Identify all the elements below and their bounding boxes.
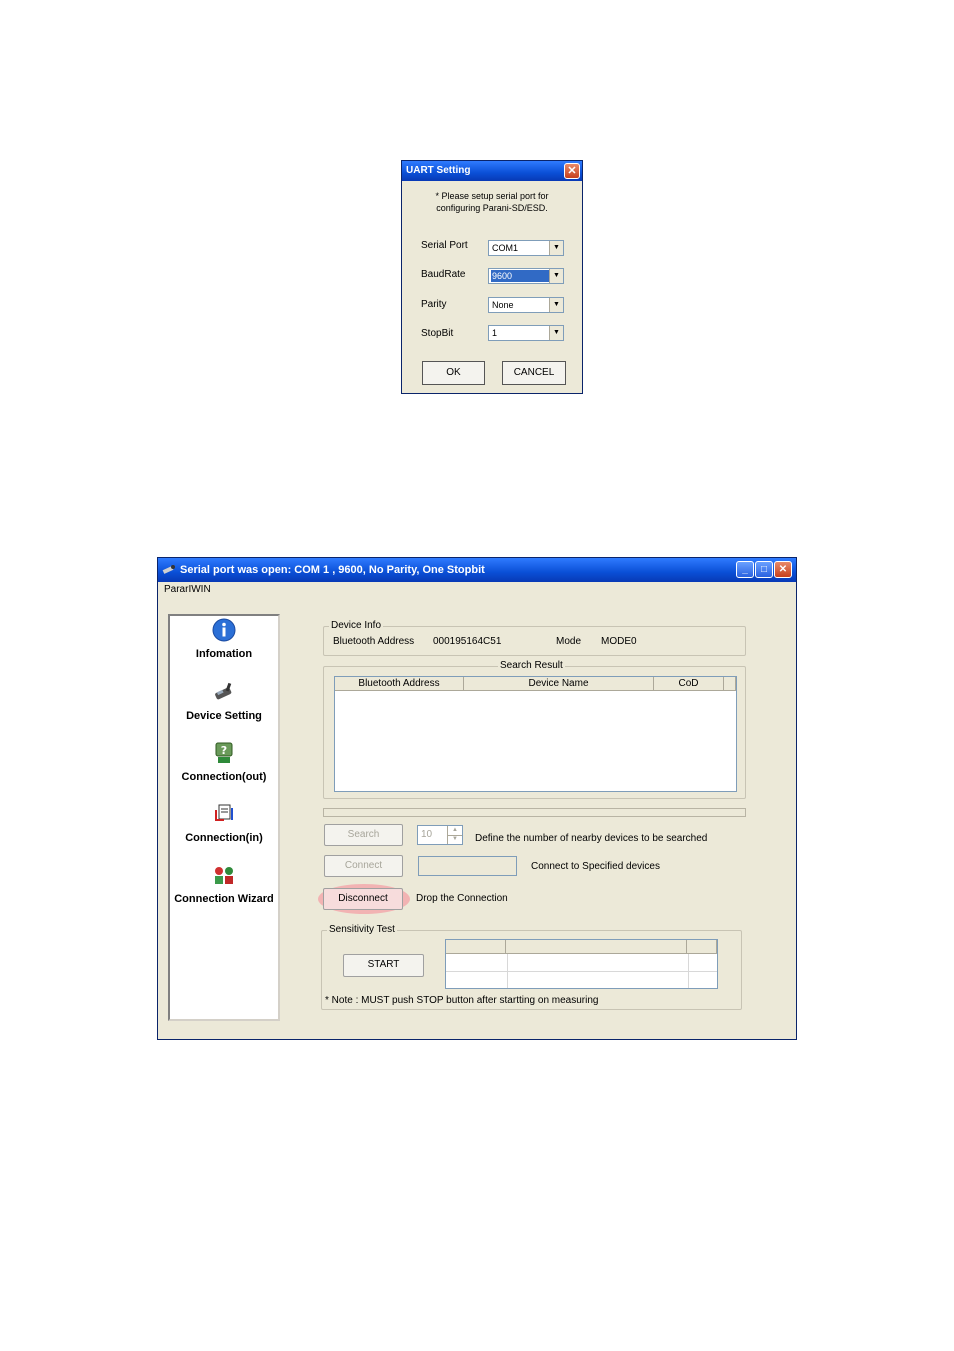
mode-value: MODE0	[601, 636, 637, 647]
mode-label: Mode	[556, 636, 582, 647]
search-count-value: 10	[421, 829, 433, 840]
serial-port-select[interactable]: COM1 ▼	[488, 240, 564, 256]
sidebar-item-infomation[interactable]: Infomation	[170, 618, 278, 668]
uart-setting-dialog: UART Setting ✕ * Please setup serial por…	[401, 160, 583, 394]
table-col-divider	[507, 954, 508, 988]
setup-note-line2: configuring Parani-SD/ESD.	[436, 203, 548, 213]
sidebar-item-connection-in[interactable]: Connection(in)	[170, 802, 278, 852]
sensitivity-note: * Note : MUST push STOP button after sta…	[325, 995, 599, 1006]
ok-button[interactable]: OK	[422, 361, 485, 385]
menu-pararIwin[interactable]: PararIWIN	[164, 584, 211, 595]
connect-address-field[interactable]	[418, 856, 517, 876]
table-row-divider	[446, 971, 717, 972]
bt-address-value: 000195164C51	[433, 636, 502, 647]
chevron-down-icon[interactable]: ▼	[447, 835, 462, 844]
connection-in-icon	[215, 804, 233, 821]
minimize-icon[interactable]: _	[736, 561, 754, 578]
stopbit-select[interactable]: 1 ▼	[488, 325, 564, 341]
column-header-filler	[724, 677, 736, 691]
disconnect-description: Drop the Connection	[416, 893, 508, 904]
device-info-title: Device Info	[329, 620, 384, 632]
cancel-button[interactable]: CANCEL	[502, 361, 566, 385]
disconnect-button[interactable]: Disconnect	[323, 888, 403, 910]
app-icon	[162, 565, 175, 574]
device-setting-icon	[215, 682, 232, 700]
sensitivity-result-table	[445, 939, 718, 989]
sidebar-item-label: Infomation	[195, 648, 253, 660]
search-description: Define the number of nearby devices to b…	[475, 833, 708, 844]
stopbit-label: StopBit	[421, 328, 454, 339]
bt-address-label: Bluetooth Address	[333, 636, 415, 647]
menu-bar: PararIWIN	[158, 582, 796, 598]
svg-text:?: ?	[221, 744, 227, 757]
column-header	[687, 940, 717, 954]
connect-description: Connect to Specified devices	[531, 861, 660, 872]
search-count-stepper[interactable]: 10 ▲ ▼	[417, 825, 463, 845]
column-header-bt-address[interactable]: Bluetooth Address	[335, 677, 464, 691]
column-header-cod[interactable]: CoD	[654, 677, 724, 691]
baudrate-value: 9600	[491, 270, 549, 282]
device-info-group: Device Info Bluetooth Address 000195164C…	[323, 620, 746, 656]
sensitivity-test-group: Sensitivity Test START * Note : MUST pus…	[321, 924, 742, 1010]
column-header	[446, 940, 506, 954]
dialog-title-bar: UART Setting	[402, 161, 582, 181]
parity-select[interactable]: None ▼	[488, 297, 564, 313]
stopbit-value: 1	[492, 328, 498, 338]
start-button[interactable]: START	[343, 954, 424, 977]
search-progress-bar	[323, 808, 746, 817]
close-icon[interactable]: ✕	[564, 163, 580, 179]
column-header-device-name[interactable]: Device Name	[464, 677, 654, 691]
sidebar-item-device-setting[interactable]: Device Setting	[170, 680, 278, 730]
info-icon	[212, 618, 236, 642]
chevron-down-icon[interactable]: ▼	[549, 269, 563, 283]
sidebar-item-label: Connection(out)	[181, 771, 267, 783]
connect-button[interactable]: Connect	[324, 855, 403, 877]
parity-label: Parity	[421, 299, 447, 310]
sidebar-item-connection-out[interactable]: ? Connection(out)	[170, 741, 278, 791]
setup-note-line1: * Please setup serial port for	[435, 191, 549, 201]
close-icon[interactable]: ✕	[774, 561, 792, 578]
column-header	[506, 940, 687, 954]
window-title-bar: Serial port was open: COM 1 , 9600, No P…	[158, 558, 796, 582]
baudrate-label: BaudRate	[421, 269, 466, 280]
sidebar-item-connection-wizard[interactable]: Connection Wizard	[170, 863, 278, 913]
table-col-divider	[688, 954, 689, 988]
maximize-icon[interactable]: □	[755, 561, 773, 578]
search-button[interactable]: Search	[324, 824, 403, 846]
connection-wizard-icon	[215, 867, 233, 884]
sensitivity-test-title: Sensitivity Test	[327, 924, 397, 936]
connection-out-icon: ?	[215, 742, 233, 763]
baudrate-select[interactable]: 9600 ▼	[488, 268, 564, 284]
chevron-down-icon[interactable]: ▼	[549, 241, 563, 255]
serial-port-value: COM1	[492, 243, 519, 253]
window-title: Serial port was open: COM 1 , 9600, No P…	[180, 564, 485, 576]
search-result-list[interactable]: Bluetooth Address Device Name CoD	[334, 676, 737, 792]
sidebar-item-label: Connection Wizard	[174, 893, 274, 905]
serial-port-label: Serial Port	[421, 240, 468, 251]
parity-value: None	[492, 300, 514, 310]
search-result-group: Search Result Bluetooth Address Device N…	[323, 660, 746, 799]
sidebar-item-label: Device Setting	[186, 710, 262, 722]
parani-main-window: Serial port was open: COM 1 , 9600, No P…	[157, 557, 797, 1040]
search-result-title: Search Result	[498, 660, 565, 672]
chevron-down-icon[interactable]: ▼	[549, 298, 563, 312]
sidebar: Infomation Device Setting ? Connection(o…	[168, 614, 280, 1021]
sidebar-item-label: Connection(in)	[185, 832, 263, 844]
chevron-down-icon[interactable]: ▼	[549, 326, 563, 340]
dialog-title: UART Setting	[406, 165, 471, 176]
